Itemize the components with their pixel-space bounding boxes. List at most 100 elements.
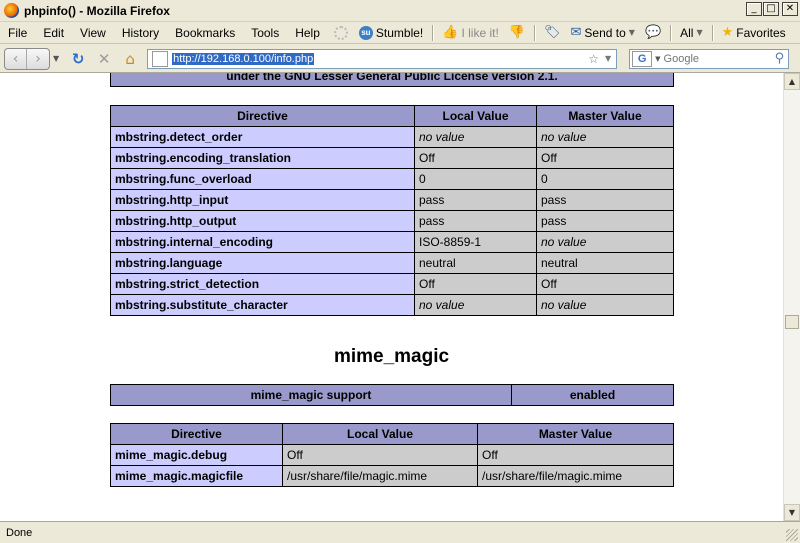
menu-history[interactable]: History <box>114 26 167 40</box>
search-engine-dropdown-icon[interactable]: ▼ <box>655 55 660 63</box>
maximize-button[interactable]: □ <box>763 2 779 16</box>
menu-tools[interactable]: Tools <box>243 26 287 40</box>
directive-cell: mbstring.http_input <box>110 189 415 211</box>
column-header: Master Value <box>536 105 674 127</box>
thumbs-up-icon: 👍 <box>442 25 459 40</box>
master-value-cell: no value <box>536 126 674 148</box>
column-header: Local Value <box>414 105 537 127</box>
url-dropdown-icon[interactable]: ▼ <box>605 52 611 66</box>
menu-file[interactable]: File <box>0 26 35 40</box>
table-row: mbstring.internal_encoding ISO-8859-1 no v… <box>110 231 674 253</box>
scroll-up-arrow-icon[interactable]: ▲ <box>784 73 800 90</box>
menu-edit[interactable]: Edit <box>35 26 72 40</box>
search-icon[interactable]: ⚲ <box>775 51 785 66</box>
mime-magic-table: Directive Local Value Master Value mime_… <box>110 423 674 487</box>
ilike-label: I like it! <box>461 25 499 40</box>
tag-button[interactable]: 🏷 <box>539 25 566 40</box>
table-row: mbstring.strict_detection Off Off <box>110 273 674 295</box>
directive-cell: mbstring.encoding_translation <box>110 147 415 169</box>
url-text[interactable]: http://192.168.0.100/info.php <box>172 52 315 65</box>
reload-icon[interactable]: ↻ <box>67 50 89 68</box>
table-row: mime_magic.magicfile/usr/share/file/magi… <box>110 465 674 487</box>
table-row: mime_magic.debug Off Off <box>110 444 674 466</box>
local-value-cell: neutral <box>414 252 537 274</box>
home-icon[interactable]: ⌂ <box>119 50 141 68</box>
title-bar: phpinfo() - Mozilla Firefox _ □ ✕ <box>0 0 800 22</box>
stop-icon[interactable]: ✕ <box>93 50 115 68</box>
chevron-down-icon: ▼ <box>696 28 703 37</box>
menu-help[interactable]: Help <box>287 26 328 40</box>
table-row: mbstring.language neutral neutral <box>110 252 674 274</box>
page-content: under the GNU Lesser General Public Lice… <box>0 73 783 521</box>
minimize-button[interactable]: _ <box>746 2 762 16</box>
column-header: Directive <box>110 105 415 127</box>
mime-magic-support-table: mime_magic support enabled <box>110 384 674 406</box>
url-bar[interactable]: http://192.168.0.100/info.php ☆ ▼ <box>147 48 618 69</box>
stumble-label: Stumble! <box>375 25 424 40</box>
master-value-cell: /usr/share/file/magic.mime <box>477 465 674 487</box>
support-label: mime_magic support <box>110 384 512 406</box>
forward-button[interactable]: › <box>27 49 49 69</box>
license-banner: under the GNU Lesser General Public Lice… <box>110 73 674 87</box>
local-value-cell: Off <box>282 444 478 466</box>
tag-icon: 🏷 <box>543 25 561 40</box>
back-forward-group: ‹ › <box>4 47 50 70</box>
local-value-cell: ISO-8859-1 <box>414 231 537 253</box>
dislike-button[interactable]: 👎 <box>504 25 530 40</box>
back-button[interactable]: ‹ <box>5 48 27 69</box>
toolbar-separator <box>533 24 535 41</box>
menu-bookmarks[interactable]: Bookmarks <box>167 26 243 40</box>
table-row: mbstring.http_output pass pass <box>110 210 674 232</box>
close-button[interactable]: ✕ <box>782 2 798 16</box>
favorites-button[interactable]: ★ Favorites <box>717 25 791 40</box>
stumble-button[interactable]: su Stumble! <box>354 25 428 40</box>
local-value-cell: pass <box>414 189 537 211</box>
resize-grip-icon[interactable] <box>786 529 798 541</box>
table-row: mbstring.encoding_translation Off Off <box>110 147 674 169</box>
menu-view[interactable]: View <box>72 26 114 40</box>
local-value-cell: Off <box>414 273 537 295</box>
history-dropdown-icon[interactable]: ▼ <box>53 54 59 63</box>
support-value: enabled <box>511 384 674 406</box>
master-value-cell: pass <box>536 189 674 211</box>
directive-cell: mbstring.http_output <box>110 210 415 232</box>
throbber-icon <box>333 25 348 40</box>
status-text: Done <box>6 526 33 539</box>
comment-button[interactable]: 💬 <box>640 25 666 40</box>
scroll-thumb[interactable] <box>785 315 799 329</box>
all-button[interactable]: All ▼ <box>675 26 708 40</box>
column-header: Local Value <box>282 423 478 445</box>
stumbleupon-icon: su <box>358 25 373 40</box>
search-input[interactable] <box>663 52 774 65</box>
vertical-scrollbar[interactable]: ▲ ▼ <box>783 73 800 521</box>
search-bar[interactable]: G ▼ ⚲ <box>629 48 790 69</box>
page-icon <box>152 50 169 67</box>
table-row: mbstring.http_input pass pass <box>110 189 674 211</box>
directive-cell: mbstring.strict_detection <box>110 273 415 295</box>
bookmark-star-icon[interactable]: ☆ <box>588 52 599 66</box>
mime-magic-table-body: mime_magic.debug Off Off mime_magic.magicfi… <box>110 444 674 487</box>
toolbar-separator <box>670 24 672 41</box>
local-value-cell: 0 <box>414 168 537 190</box>
send-to-button[interactable]: ✉ Send to ▼ <box>566 25 640 40</box>
star-icon: ★ <box>721 25 734 40</box>
table-row: mbstring.substitute_character no value no … <box>110 294 674 316</box>
window-title: phpinfo() - Mozilla Firefox <box>24 3 170 18</box>
directive-cell: mbstring.detect_order <box>110 126 415 148</box>
chevron-down-icon: ▼ <box>628 28 635 37</box>
mbstring-table: Directive Local Value Master Value mbstr… <box>110 105 674 316</box>
ilike-button[interactable]: 👍 I like it! <box>437 25 504 40</box>
menu-bar: File Edit View History Bookmarks Tools H… <box>0 22 800 44</box>
master-value-cell: 0 <box>536 168 674 190</box>
master-value-cell: no value <box>536 231 674 253</box>
firefox-icon <box>4 3 19 18</box>
url-bar-end: ☆ ▼ <box>588 52 616 66</box>
column-header: Master Value <box>477 423 674 445</box>
local-value-cell: /usr/share/file/magic.mime <box>282 465 478 487</box>
table-row: mbstring.func_overload 0 0 <box>110 168 674 190</box>
favorites-label: Favorites <box>736 25 786 40</box>
local-value-cell: Off <box>414 147 537 169</box>
scroll-down-arrow-icon[interactable]: ▼ <box>784 504 800 521</box>
directive-cell: mbstring.func_overload <box>110 168 415 190</box>
google-icon[interactable]: G <box>632 50 653 67</box>
